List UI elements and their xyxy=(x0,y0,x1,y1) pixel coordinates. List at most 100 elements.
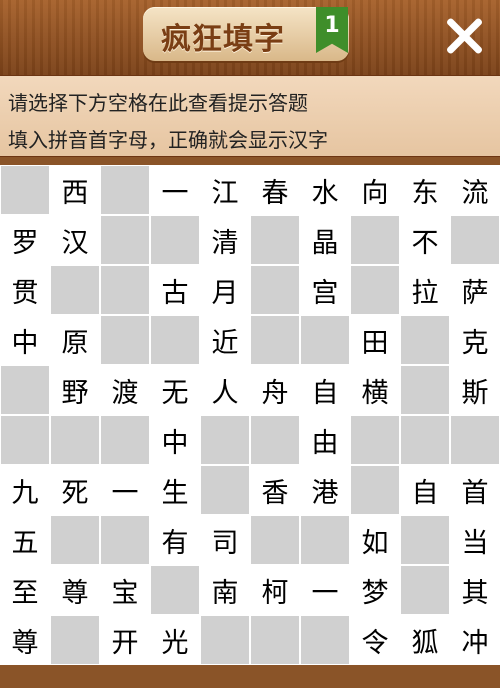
grid-cell-filled[interactable]: 其 xyxy=(450,565,500,615)
grid-cell-filled[interactable]: 尊 xyxy=(50,565,100,615)
grid-cell-blank[interactable] xyxy=(450,415,500,465)
grid-cell-blank[interactable] xyxy=(250,265,300,315)
grid-cell-blank[interactable] xyxy=(350,415,400,465)
grid-cell-filled[interactable]: 自 xyxy=(300,365,350,415)
grid-cell-filled[interactable]: 宝 xyxy=(100,565,150,615)
grid-cell-blank[interactable] xyxy=(400,315,450,365)
grid-cell-blank[interactable] xyxy=(400,415,450,465)
grid-cell-filled[interactable]: 梦 xyxy=(350,565,400,615)
grid-cell-filled[interactable]: 人 xyxy=(200,365,250,415)
grid-cell-filled[interactable]: 汉 xyxy=(50,215,100,265)
grid-cell-blank[interactable] xyxy=(50,615,100,665)
grid-cell-filled[interactable]: 开 xyxy=(100,615,150,665)
grid-cell-blank[interactable] xyxy=(450,215,500,265)
grid-cell-filled[interactable]: 无 xyxy=(150,365,200,415)
grid-cell-filled[interactable]: 舟 xyxy=(250,365,300,415)
grid-cell-blank[interactable] xyxy=(150,565,200,615)
grid-cell-filled[interactable]: 月 xyxy=(200,265,250,315)
grid-cell-filled[interactable]: 香 xyxy=(250,465,300,515)
grid-cell-blank[interactable] xyxy=(0,165,50,215)
grid-cell-filled[interactable]: 向 xyxy=(350,165,400,215)
grid-cell-filled[interactable]: 死 xyxy=(50,465,100,515)
grid-cell-filled[interactable]: 九 xyxy=(0,465,50,515)
grid-cell-filled[interactable]: 生 xyxy=(150,465,200,515)
grid-cell-blank[interactable] xyxy=(50,265,100,315)
grid-cell-blank[interactable] xyxy=(350,265,400,315)
grid-cell-filled[interactable]: 令 xyxy=(350,615,400,665)
grid-cell-blank[interactable] xyxy=(300,515,350,565)
grid-cell-filled[interactable]: 港 xyxy=(300,465,350,515)
grid-cell-filled[interactable]: 由 xyxy=(300,415,350,465)
grid-cell-filled[interactable]: 田 xyxy=(350,315,400,365)
grid-cell-filled[interactable]: 自 xyxy=(400,465,450,515)
grid-cell-blank[interactable] xyxy=(250,315,300,365)
close-icon[interactable] xyxy=(444,16,484,56)
grid-cell-filled[interactable]: 司 xyxy=(200,515,250,565)
grid-cell-filled[interactable]: 当 xyxy=(450,515,500,565)
grid-cell-blank[interactable] xyxy=(200,465,250,515)
grid-cell-filled[interactable]: 五 xyxy=(0,515,50,565)
grid-cell-blank[interactable] xyxy=(200,615,250,665)
grid-cell-filled[interactable]: 柯 xyxy=(250,565,300,615)
grid-cell-blank[interactable] xyxy=(100,515,150,565)
grid-cell-filled[interactable]: 贯 xyxy=(0,265,50,315)
grid-cell-filled[interactable]: 江 xyxy=(200,165,250,215)
grid-cell-filled[interactable]: 流 xyxy=(450,165,500,215)
grid-cell-filled[interactable]: 春 xyxy=(250,165,300,215)
grid-cell-blank[interactable] xyxy=(50,415,100,465)
grid-cell-blank[interactable] xyxy=(350,465,400,515)
grid-cell-filled[interactable]: 有 xyxy=(150,515,200,565)
grid-cell-blank[interactable] xyxy=(300,315,350,365)
grid-cell-filled[interactable]: 中 xyxy=(150,415,200,465)
grid-cell-blank[interactable] xyxy=(0,365,50,415)
grid-cell-filled[interactable]: 斯 xyxy=(450,365,500,415)
grid-cell-filled[interactable]: 萨 xyxy=(450,265,500,315)
grid-cell-filled[interactable]: 横 xyxy=(350,365,400,415)
grid-cell-filled[interactable]: 宫 xyxy=(300,265,350,315)
grid-cell-blank[interactable] xyxy=(400,565,450,615)
grid-cell-blank[interactable] xyxy=(100,265,150,315)
grid-cell-filled[interactable]: 水 xyxy=(300,165,350,215)
grid-cell-blank[interactable] xyxy=(0,415,50,465)
grid-cell-filled[interactable]: 近 xyxy=(200,315,250,365)
grid-cell-filled[interactable]: 尊 xyxy=(0,615,50,665)
grid-cell-blank[interactable] xyxy=(100,315,150,365)
grid-cell-blank[interactable] xyxy=(250,615,300,665)
grid-cell-filled[interactable]: 至 xyxy=(0,565,50,615)
grid-cell-blank[interactable] xyxy=(400,365,450,415)
grid-cell-blank[interactable] xyxy=(100,415,150,465)
grid-cell-filled[interactable]: 光 xyxy=(150,615,200,665)
grid-cell-filled[interactable]: 冲 xyxy=(450,615,500,665)
grid-cell-filled[interactable]: 不 xyxy=(400,215,450,265)
grid-cell-filled[interactable]: 晶 xyxy=(300,215,350,265)
grid-cell-blank[interactable] xyxy=(400,515,450,565)
grid-cell-filled[interactable]: 一 xyxy=(100,465,150,515)
grid-cell-filled[interactable]: 拉 xyxy=(400,265,450,315)
grid-cell-filled[interactable]: 古 xyxy=(150,265,200,315)
grid-cell-blank[interactable] xyxy=(250,415,300,465)
grid-cell-filled[interactable]: 如 xyxy=(350,515,400,565)
grid-cell-blank[interactable] xyxy=(100,215,150,265)
grid-cell-filled[interactable]: 首 xyxy=(450,465,500,515)
grid-cell-filled[interactable]: 野 xyxy=(50,365,100,415)
grid-cell-blank[interactable] xyxy=(150,215,200,265)
grid-cell-filled[interactable]: 狐 xyxy=(400,615,450,665)
grid-cell-blank[interactable] xyxy=(250,515,300,565)
grid-cell-blank[interactable] xyxy=(350,215,400,265)
grid-cell-filled[interactable]: 渡 xyxy=(100,365,150,415)
grid-cell-filled[interactable]: 一 xyxy=(300,565,350,615)
grid-cell-blank[interactable] xyxy=(50,515,100,565)
grid-cell-blank[interactable] xyxy=(250,215,300,265)
grid-cell-filled[interactable]: 中 xyxy=(0,315,50,365)
grid-cell-filled[interactable]: 南 xyxy=(200,565,250,615)
grid-cell-filled[interactable]: 克 xyxy=(450,315,500,365)
grid-cell-filled[interactable]: 一 xyxy=(150,165,200,215)
grid-cell-filled[interactable]: 罗 xyxy=(0,215,50,265)
grid-cell-filled[interactable]: 东 xyxy=(400,165,450,215)
grid-cell-filled[interactable]: 西 xyxy=(50,165,100,215)
grid-cell-blank[interactable] xyxy=(300,615,350,665)
grid-cell-filled[interactable]: 原 xyxy=(50,315,100,365)
grid-cell-filled[interactable]: 清 xyxy=(200,215,250,265)
grid-cell-blank[interactable] xyxy=(150,315,200,365)
grid-cell-blank[interactable] xyxy=(200,415,250,465)
